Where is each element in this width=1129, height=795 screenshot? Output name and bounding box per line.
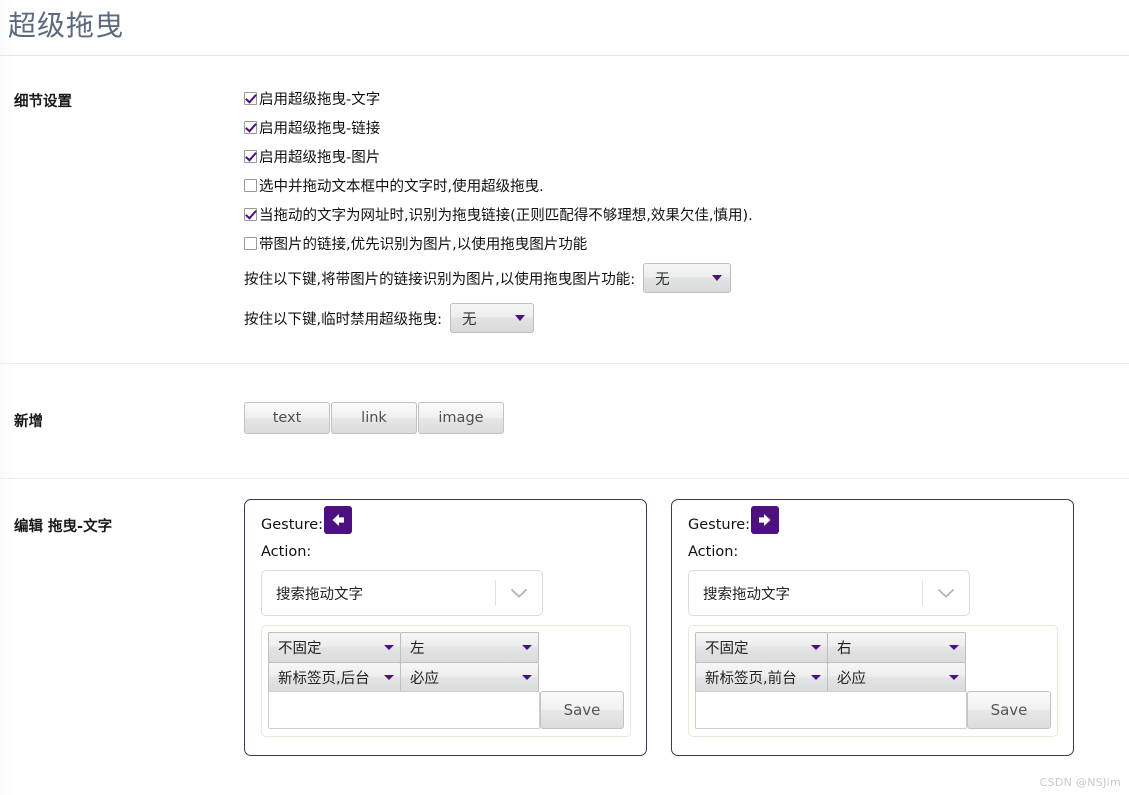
select-tab-mode-right-value: 新标签页,前台 [705, 671, 797, 687]
option-row-enable-text: 启用超级拖曳-文字 [244, 84, 1129, 113]
select-modifier-disable-drag[interactable]: 无 [450, 303, 534, 333]
action-row-left: Action: [261, 541, 630, 563]
option-row-enable-image: 启用超级拖曳-图片 [244, 142, 1129, 171]
chevron-down-icon [515, 315, 525, 321]
watermark: CSDN @NSJim [1039, 776, 1121, 789]
select-modifier-image-link-value: 无 [655, 271, 670, 288]
action-select-right-value: 搜索拖动文字 [703, 586, 790, 603]
page-title: 超级拖曳 [8, 8, 125, 42]
chevron-down-icon [949, 645, 959, 650]
option-label-enable-image: 启用超级拖曳-图片 [259, 150, 381, 166]
key-label-disable-drag: 按住以下键,临时禁用超级拖曳: [244, 311, 442, 328]
chevron-down-icon [496, 588, 542, 599]
option-label-image-link-priority: 带图片的链接,优先识别为图片,以使用拖曳图片功能 [259, 237, 588, 253]
options-row-1-left: 不固定 左 [268, 632, 624, 663]
select-engine-right-value: 必应 [837, 671, 866, 687]
options-panel-right: 不固定 右 新标签页,前台 必应 Save [688, 625, 1058, 737]
action-label-left: Action: [261, 544, 312, 560]
checkbox-enable-link[interactable] [244, 121, 257, 134]
option-label-enable-text: 启用超级拖曳-文字 [259, 92, 381, 108]
add-text-button[interactable]: text [244, 402, 330, 434]
checkbox-enable-text[interactable] [244, 92, 257, 105]
options-panel-left: 不固定 左 新标签页,后台 必应 Save [261, 625, 631, 737]
gesture-card-right: Gesture: Action: 搜索拖动文字 不固定 右 新标签页,前台 必应… [671, 499, 1074, 756]
section-label-edit: 编辑 拖曳-文字 [14, 519, 113, 535]
gesture-label-left: Gesture: [261, 517, 324, 533]
key-row-image-link: 按住以下键,将带图片的链接识别为图片,以使用拖曳图片功能: 无 [244, 258, 1129, 298]
select-direction-right-value: 右 [837, 641, 852, 657]
option-label-url-as-link: 当拖动的文字为网址时,识别为拖曳链接(正则匹配得不够理想,效果欠佳,慎用). [259, 208, 753, 224]
chevron-down-icon [522, 645, 532, 650]
save-button-left[interactable]: Save [540, 691, 624, 729]
select-tab-mode-left[interactable]: 新标签页,后台 [268, 662, 401, 693]
action-label-right: Action: [688, 544, 739, 560]
section-body-edit: Gesture: Action: 搜索拖动文字 不固定 左 新标签页,后台 必应… [244, 479, 1129, 756]
option-label-enable-link: 启用超级拖曳-链接 [259, 121, 381, 137]
select-tab-mode-right[interactable]: 新标签页,前台 [695, 662, 828, 693]
select-engine-right[interactable]: 必应 [827, 662, 966, 693]
select-direction-left[interactable]: 左 [400, 632, 539, 663]
section-body-add: text link image [244, 364, 1129, 478]
chevron-down-icon [384, 675, 394, 680]
option-row-textbox-drag: 选中并拖动文本框中的文字时,使用超级拖曳. [244, 171, 1129, 200]
gesture-card-left: Gesture: Action: 搜索拖动文字 不固定 左 新标签页,后台 必应… [244, 499, 647, 756]
chevron-down-icon [923, 588, 969, 599]
arrow-right-icon [751, 506, 780, 534]
option-row-image-link-priority: 带图片的链接,优先识别为图片,以使用拖曳图片功能 [244, 229, 1129, 258]
chevron-down-icon [522, 675, 532, 680]
select-fix-left-value: 不固定 [278, 641, 322, 657]
action-row-right: Action: [688, 541, 1057, 563]
checkbox-url-as-link[interactable] [244, 208, 257, 221]
arrow-left-icon [324, 506, 353, 534]
action-select-left-value: 搜索拖动文字 [276, 586, 363, 603]
action-select-right[interactable]: 搜索拖动文字 [688, 570, 970, 616]
section-label-detail: 细节设置 [14, 94, 72, 110]
select-modifier-disable-drag-value: 无 [462, 311, 477, 328]
key-label-image-link: 按住以下键,将带图片的链接识别为图片,以使用拖曳图片功能: [244, 271, 636, 288]
gesture-row-left: Gesture: [261, 506, 630, 536]
options-row-2-left: 新标签页,后台 必应 [268, 662, 624, 693]
page-header: 超级拖曳 [0, 0, 1129, 56]
gesture-label-right: Gesture: [688, 517, 751, 533]
section-label-add: 新增 [14, 414, 43, 430]
checkbox-textbox-drag[interactable] [244, 179, 257, 192]
action-select-left[interactable]: 搜索拖动文字 [261, 570, 543, 616]
section-edit: 编辑 拖曳-文字 Gesture: Action: 搜索拖动文字 不固定 左 新… [0, 479, 1129, 756]
checkbox-image-link-priority[interactable] [244, 237, 257, 250]
options-row-1-right: 不固定 右 [695, 632, 1051, 663]
select-modifier-image-link[interactable]: 无 [643, 263, 732, 293]
section-body-detail: 启用超级拖曳-文字 启用超级拖曳-链接 启用超级拖曳-图片 选中并拖动文本框中的… [244, 56, 1129, 363]
custom-url-input-right[interactable] [695, 691, 967, 729]
key-row-disable-drag: 按住以下键,临时禁用超级拖曳: 无 [244, 298, 1129, 338]
select-direction-right[interactable]: 右 [827, 632, 966, 663]
chevron-down-icon [712, 275, 723, 281]
select-engine-left-value: 必应 [410, 671, 439, 687]
options-row-3-left: Save [268, 691, 624, 729]
settings-page: 超级拖曳 细节设置 启用超级拖曳-文字 启用超级拖曳-链接 启用超级拖曳-图片 … [0, 0, 1129, 795]
custom-url-input-left[interactable] [268, 691, 540, 729]
select-direction-left-value: 左 [410, 641, 425, 657]
chevron-down-icon [384, 645, 394, 650]
option-label-textbox-drag: 选中并拖动文本框中的文字时,使用超级拖曳. [259, 179, 544, 195]
add-button-group: text link image [244, 402, 1129, 434]
section-detail-settings: 细节设置 启用超级拖曳-文字 启用超级拖曳-链接 启用超级拖曳-图片 选中并拖动… [0, 56, 1129, 364]
add-image-button[interactable]: image [418, 402, 504, 434]
chevron-down-icon [811, 675, 821, 680]
select-engine-left[interactable]: 必应 [400, 662, 539, 693]
section-add: 新增 text link image [0, 364, 1129, 479]
checkbox-enable-image[interactable] [244, 150, 257, 163]
save-button-right[interactable]: Save [967, 691, 1051, 729]
options-row-2-right: 新标签页,前台 必应 [695, 662, 1051, 693]
select-fix-right-value: 不固定 [705, 641, 749, 657]
chevron-down-icon [811, 645, 821, 650]
select-fix-right[interactable]: 不固定 [695, 632, 828, 663]
option-row-url-as-link: 当拖动的文字为网址时,识别为拖曳链接(正则匹配得不够理想,效果欠佳,慎用). [244, 200, 1129, 229]
option-row-enable-link: 启用超级拖曳-链接 [244, 113, 1129, 142]
gesture-row-right: Gesture: [688, 506, 1057, 536]
select-tab-mode-left-value: 新标签页,后台 [278, 671, 370, 687]
options-row-3-right: Save [695, 691, 1051, 729]
chevron-down-icon [949, 675, 959, 680]
add-link-button[interactable]: link [331, 402, 417, 434]
select-fix-left[interactable]: 不固定 [268, 632, 401, 663]
